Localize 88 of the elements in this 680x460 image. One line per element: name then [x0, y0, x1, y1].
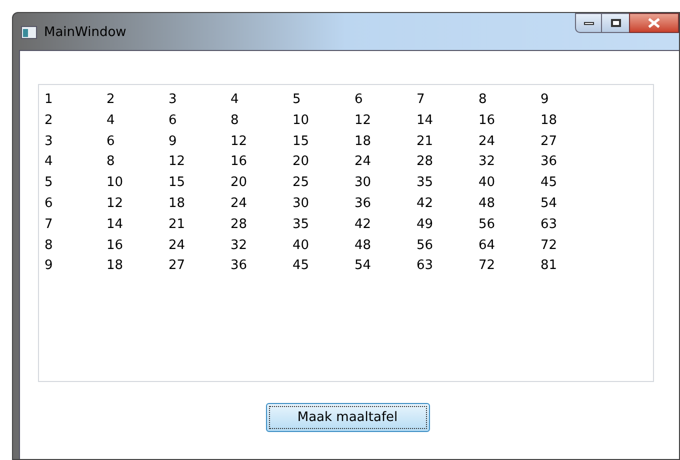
- table-cell-text: 36: [354, 194, 372, 213]
- table-cell-text: 18: [168, 194, 186, 213]
- table-cell-text: 12: [230, 132, 248, 151]
- table-cell-text: 36: [230, 257, 248, 276]
- table-cell-text: 20: [292, 153, 310, 172]
- table-cell-text: 32: [478, 153, 496, 172]
- table-cell-text: 12: [106, 194, 124, 213]
- table-cell-text: 18: [354, 132, 372, 151]
- action-button[interactable]: Maak maaltafel: [266, 403, 430, 432]
- table-cell-text: 48: [478, 194, 496, 213]
- table-cell-text: 15: [168, 174, 186, 192]
- table-cell-text: 7: [416, 91, 426, 109]
- table-cell-text: 18: [540, 112, 558, 130]
- table-cell-text: 5: [44, 174, 54, 192]
- app-icon: [21, 26, 37, 40]
- table-cell-text: 24: [478, 132, 496, 151]
- table-cell-text: 8: [106, 153, 116, 172]
- table-cell-text: 1: [44, 91, 54, 109]
- table-cell-text: 4: [106, 112, 116, 130]
- table-cell-text: 8: [478, 91, 488, 109]
- table-cell-text: 2: [44, 112, 54, 130]
- table-cell-text: 25: [292, 174, 310, 192]
- table-cell-text: 20: [230, 174, 248, 192]
- table-cell-text: 45: [540, 174, 558, 192]
- table-cell-text: 8: [230, 112, 240, 130]
- table-cell-text: 2: [106, 91, 116, 109]
- table-cell-text: 24: [354, 153, 372, 172]
- table-cell-text: 4: [230, 91, 240, 109]
- close-icon: [648, 18, 660, 28]
- table-cell-text: 9: [168, 132, 178, 151]
- table-cell-text: 16: [230, 153, 248, 172]
- table-cell-text: 18: [106, 257, 124, 276]
- table-cell-text: 15: [292, 132, 310, 151]
- table-cell-text: 24: [168, 236, 186, 255]
- close-button[interactable]: [629, 13, 679, 33]
- table-cell-text: 8: [44, 236, 54, 255]
- table-cell-text: 9: [540, 91, 550, 109]
- table-cell-text: 14: [106, 216, 124, 234]
- table-cell-text: 54: [540, 194, 558, 213]
- table-cell-text: 56: [478, 216, 496, 234]
- table-cell-text: 30: [292, 194, 310, 213]
- window-title: MainWindow: [44, 24, 126, 42]
- table-cell-text: 27: [168, 257, 186, 276]
- table-cell-text: 5: [292, 91, 302, 109]
- table-cell-text: 63: [416, 257, 434, 276]
- table-cell-text: 9: [44, 257, 54, 276]
- minimize-button[interactable]: [575, 13, 602, 33]
- table-cell-text: 48: [354, 236, 372, 255]
- table-cell-text: 36: [540, 153, 558, 172]
- table-cell-text: 6: [106, 132, 116, 151]
- table-cell-text: 21: [168, 216, 186, 234]
- table-cell-text: 56: [416, 236, 434, 255]
- table-cell-text: 7: [44, 216, 54, 234]
- table-cell-text: 63: [540, 216, 558, 234]
- table-cell-text: 42: [416, 194, 434, 213]
- table-cell-text: 12: [354, 112, 372, 130]
- maximize-button[interactable]: [602, 13, 629, 33]
- table-cell-text: 42: [354, 216, 372, 234]
- table-cell-text: 35: [416, 174, 434, 192]
- table-cell-text: 32: [230, 236, 248, 255]
- table-cell-text: 16: [106, 236, 124, 255]
- table-cell-text: 6: [44, 194, 54, 213]
- table-cell-text: 27: [540, 132, 558, 151]
- table-cell-text: 6: [354, 91, 364, 109]
- table-cell-text: 40: [292, 236, 310, 255]
- table-cell-text: 16: [478, 112, 496, 130]
- table-cell-text: 3: [44, 132, 54, 151]
- table-cell-text: 54: [354, 257, 372, 276]
- table-cell-text: 3: [168, 91, 178, 109]
- table-cell-text: 12: [168, 153, 186, 172]
- table-cell-text: 40: [478, 174, 496, 192]
- table-cell-text: 6: [168, 112, 178, 130]
- table-cell-text: 45: [292, 257, 310, 276]
- table-cell-text: 64: [478, 236, 496, 255]
- table-cell-text: 24: [230, 194, 248, 213]
- table-cell-text: 35: [292, 216, 310, 234]
- table-cell-text: 81: [540, 257, 558, 276]
- table-cell-text: 14: [416, 112, 434, 130]
- table-cell-text: 30: [354, 174, 372, 192]
- table-cell-text: 49: [416, 216, 434, 234]
- table-cell-text: 28: [416, 153, 434, 172]
- table-cell-text: 72: [478, 257, 496, 276]
- table-cell-text: 21: [416, 132, 434, 151]
- table-cell-text: 28: [230, 216, 248, 234]
- table-cell-text: 72: [540, 236, 558, 255]
- table-cell-text: 4: [44, 153, 54, 172]
- table-cell-text: 10: [292, 112, 310, 130]
- table-cell-text: 10: [106, 174, 124, 192]
